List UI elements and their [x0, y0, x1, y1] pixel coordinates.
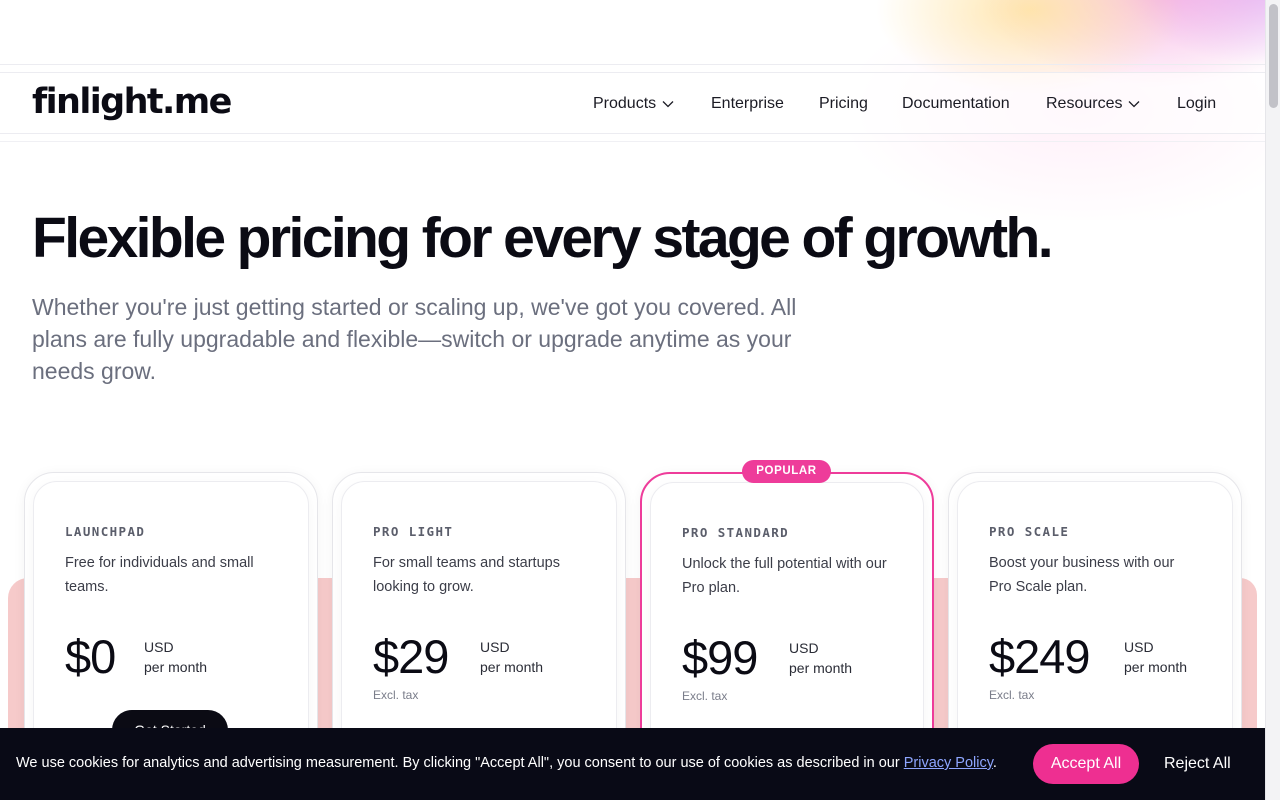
plan-name: PRO SCALE	[989, 524, 1070, 539]
price-currency: USD	[789, 640, 819, 656]
nav-item-enterprise[interactable]: Enterprise	[711, 92, 784, 116]
cookie-message: We use cookies for analytics and adverti…	[16, 755, 997, 771]
nav-item-login[interactable]: Login	[1177, 92, 1216, 116]
price-unit: USD per month	[1124, 637, 1187, 677]
nav-item-pricing[interactable]: Pricing	[819, 92, 868, 116]
plan-description: Unlock the full potential with our Pro p…	[682, 556, 887, 596]
decorative-band	[1240, 578, 1257, 738]
price-unit: USD per month	[144, 637, 207, 677]
scrollbar-thumb[interactable]	[1269, 4, 1278, 108]
page-scrollbar[interactable]	[1265, 0, 1280, 800]
price-period: per month	[1124, 659, 1188, 675]
plan-name: LAUNCHPAD	[65, 524, 146, 539]
price-currency: USD	[144, 639, 174, 655]
price-tax-note: Excl. tax	[373, 688, 419, 702]
nav-label: Enterprise	[711, 95, 784, 112]
nav-label: Resources	[1046, 95, 1123, 112]
price-period: per month	[144, 659, 208, 675]
page-title: Flexible pricing for every stage of grow…	[32, 206, 1054, 270]
price-currency: USD	[480, 639, 510, 655]
nav-item-documentation[interactable]: Documentation	[902, 92, 1010, 116]
decorative-band	[934, 578, 949, 738]
cookie-banner: We use cookies for analytics and adverti…	[0, 728, 1265, 800]
price-tax-note: Excl. tax	[989, 688, 1035, 702]
logo[interactable]: finlight.me	[32, 80, 232, 124]
page-subtitle: Whether you're just getting started or s…	[32, 294, 797, 384]
price-period: per month	[480, 659, 544, 675]
plan-description: Boost your business with our Pro Scale p…	[989, 555, 1175, 595]
price-tax-note: Excl. tax	[682, 689, 728, 703]
privacy-policy-link[interactable]: Privacy Policy	[904, 755, 993, 771]
plan-price: $99	[682, 631, 758, 684]
plan-name: PRO STANDARD	[682, 525, 790, 540]
price-currency: USD	[1124, 639, 1154, 655]
nav-label: Documentation	[902, 95, 1010, 112]
accept-all-button[interactable]: Accept All	[1033, 744, 1139, 784]
popular-badge: POPULAR	[742, 460, 831, 483]
plan-description: Free for individuals and small teams.	[65, 555, 254, 595]
plan-name: PRO LIGHT	[373, 524, 454, 539]
nav-label: Login	[1177, 95, 1217, 112]
price-unit: USD per month	[480, 637, 543, 677]
decorative-band	[317, 578, 332, 738]
plan-description: For small teams and startups looking to …	[373, 555, 560, 595]
decorative-band	[625, 578, 640, 738]
nav-item-products[interactable]: Products	[593, 92, 674, 116]
plan-price: $0	[65, 630, 116, 683]
cookie-suffix: .	[992, 755, 997, 771]
chevron-down-icon	[1129, 101, 1140, 108]
plan-price: $249	[989, 630, 1091, 683]
nav-label: Products	[593, 95, 657, 112]
top-divider	[0, 64, 1265, 65]
price-unit: USD per month	[789, 638, 852, 678]
price-period: per month	[789, 660, 853, 676]
nav-label: Pricing	[819, 95, 868, 112]
reject-all-button[interactable]: Reject All	[1164, 754, 1231, 774]
nav-divider	[0, 141, 1265, 142]
nav-item-resources[interactable]: Resources	[1046, 92, 1140, 116]
chevron-down-icon	[662, 101, 674, 108]
plan-price: $29	[373, 630, 449, 683]
cookie-text: We use cookies for analytics and adverti…	[16, 755, 904, 771]
